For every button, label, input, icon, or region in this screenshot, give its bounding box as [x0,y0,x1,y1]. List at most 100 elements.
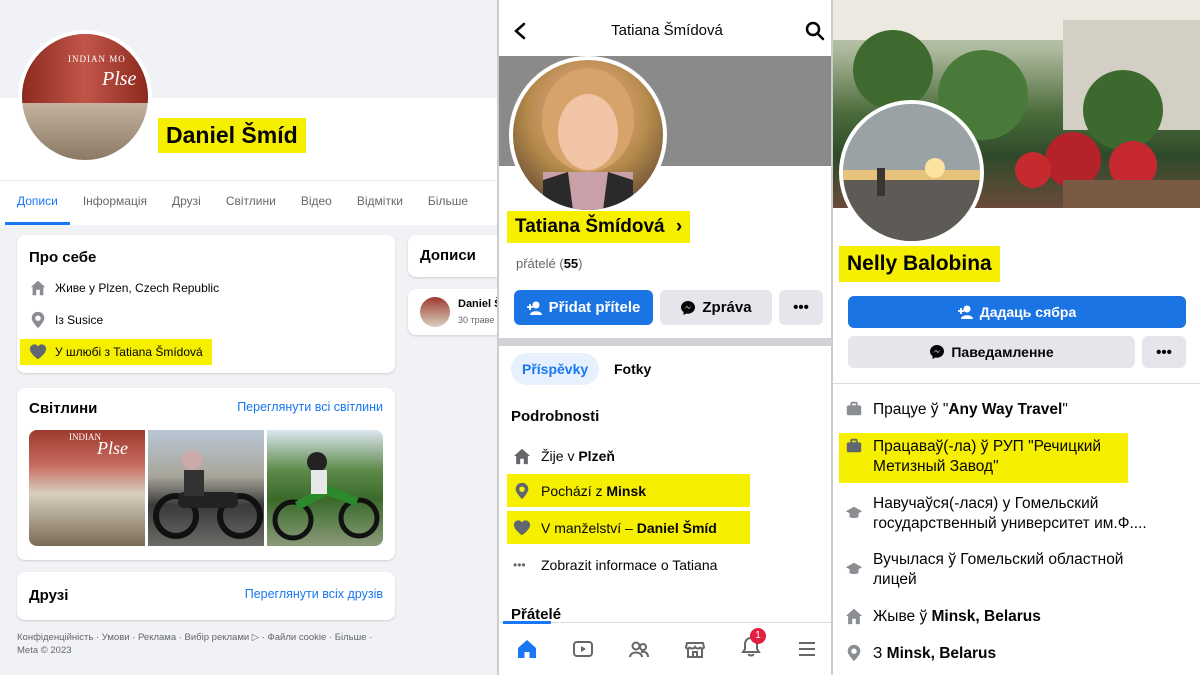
profile-name[interactable]: Nelly Balobina [839,246,1000,282]
posts-title: Дописи [420,247,476,264]
location-pin-icon [515,482,529,499]
photos-title: Світлини [29,400,98,417]
home-nav-icon[interactable] [516,638,538,660]
from-row: Pochází z Minsk [507,474,750,507]
bottom-nav: 1 [499,621,831,675]
add-friend-button[interactable]: Дадаць сябра [848,296,1186,328]
spouse-link[interactable]: Daniel Šmíd [637,520,717,536]
from-row: Із Susice [29,311,103,329]
photo-storefront[interactable]: INDIAN Plse [29,430,145,546]
tab-posts[interactable]: Příspěvky [511,353,600,385]
post-card: Daniel Š 30 траве [408,289,497,335]
tab-posts[interactable]: Дописи [5,181,70,225]
photo-dirtbike[interactable] [267,430,383,546]
avatar[interactable] [509,56,667,214]
video-nav-icon[interactable] [572,638,594,660]
footer-links[interactable]: Конфіденційність · Умови · Реклама · Виб… [17,631,397,644]
add-person-icon [526,301,542,315]
photos-card: Світлини Переглянути всі світлини INDIAN… [17,388,395,560]
friends-nav-icon[interactable] [628,638,650,660]
tab-info[interactable]: Інформація [83,181,147,225]
dirtbike-icon [272,452,380,541]
home-icon [30,280,46,296]
post-date[interactable]: 30 траве [458,315,494,325]
briefcase-icon [846,438,862,453]
profile-name: Daniel Šmíd [158,118,306,153]
profile-panel-nelly: Nelly Balobina Дадаць сябра Паведамленне… [833,0,1200,675]
married-row: У шлюбі з Tatiana Šmídová [20,339,212,365]
friends-count[interactable]: přátelé (55) [516,256,583,271]
tab-tags[interactable]: Відмітки [357,181,403,225]
lives-row: Жыве ў Minsk, Belarus [845,607,1041,627]
message-button[interactable]: Паведамленне [848,336,1135,368]
post-author[interactable]: Daniel Š [458,298,497,310]
marketplace-nav-icon[interactable] [684,638,706,660]
message-button[interactable]: Zpráva [660,290,772,325]
more-dots-icon: ••• [513,558,526,572]
avatar[interactable]: INDIAN MO Plse [18,30,152,164]
profile-tabs: Дописи Інформація Друзі Світлини Відео В… [0,180,497,248]
notification-badge: 1 [750,627,766,644]
sunset-photo [843,104,980,241]
about-card: Про себе Живе у Plzen, Czech Republic Із… [17,235,395,373]
motorcycle-icon [153,450,263,539]
profile-panel-tatiana: Tatiana Šmídová Tatiana Šmídová › přátel… [497,0,833,675]
more-options-button[interactable]: ••• [779,290,823,325]
graduation-cap-icon [845,562,863,574]
married-row: V manželství – Daniel Šmíd [507,511,750,544]
photo-motorcycle[interactable] [148,430,264,546]
tab-video[interactable]: Відео [301,181,332,225]
chevron-right-icon: › [675,216,683,237]
home-icon [513,448,531,465]
divider [499,338,831,346]
menu-icon[interactable] [796,638,818,660]
briefcase-icon [846,401,862,416]
more-dots-icon: ••• [1156,343,1172,361]
details-title: Podrobnosti [511,408,600,425]
post-avatar[interactable] [420,297,450,327]
about-title: Про себе [29,249,97,266]
lives-row: Живе у Plzen, Czech Republic [29,279,219,297]
more-options-button[interactable]: ••• [1142,336,1186,368]
heart-icon [513,519,531,535]
avatar[interactable] [839,100,984,245]
work-row-2: Працаваў(-ла) ў РУП "Речицкий Метизный За… [839,433,1128,483]
work1-link[interactable]: Any Way Travel [948,401,1062,418]
notifications-nav[interactable]: 1 [740,627,766,663]
divider [833,383,1200,384]
more-dots-icon: ••• [793,299,809,316]
top-bar: Tatiana Šmídová [499,0,831,56]
tab-more[interactable]: Більше ▾ [428,181,472,248]
portrait-photo [542,68,634,210]
lives-link[interactable]: Plzen, Czech Republic [98,281,219,295]
tab-photos[interactable]: Fotky [614,353,651,385]
tab-friends[interactable]: Друзі [172,181,201,225]
profile-name[interactable]: Tatiana Šmídová › [507,211,691,243]
friends-title: Друзі [29,587,69,604]
active-tab-indicator [503,621,551,624]
footer-copyright: Meta © 2023 [17,645,72,656]
posts-header-card: Дописи [408,235,497,277]
search-icon[interactable] [805,21,825,41]
see-all-friends-link[interactable]: Переглянути всіх друзів [245,587,383,601]
education-row-1: Навучаўся(-лася) у Гомельский государстве… [845,494,1147,534]
home-icon [845,608,863,625]
messenger-icon [681,300,696,315]
location-pin-icon [847,644,861,662]
profile-panel-daniel: INDIAN MO Plse Daniel Šmíd Дописи Інформ… [0,0,497,675]
from-link[interactable]: Minsk [606,483,646,499]
messenger-icon [930,345,945,359]
education-row-2: Вучылася ў Гомельский областной лицей [845,550,1123,590]
lives-link[interactable]: Minsk, Belarus [932,608,1041,625]
from-link[interactable]: Susice [67,313,103,327]
see-all-photos-link[interactable]: Переглянути всі світлини [237,400,383,414]
tab-photos[interactable]: Світлини [226,181,276,225]
add-friend-button[interactable]: Přidat přítele [514,290,653,325]
work-row-1: Працуе ў "Any Way Travel" [845,400,1068,420]
spouse-link[interactable]: Tatiana Šmídová [113,345,202,359]
storefront-sign: INDIAN MO Plse [22,34,148,104]
from-row: З Minsk, Belarus [845,644,996,664]
more-info-row[interactable]: ••• Zobrazit informace o Tatiana [513,556,717,574]
lives-link[interactable]: Plzeň [578,448,615,464]
from-link[interactable]: Minsk, Belarus [887,645,996,662]
